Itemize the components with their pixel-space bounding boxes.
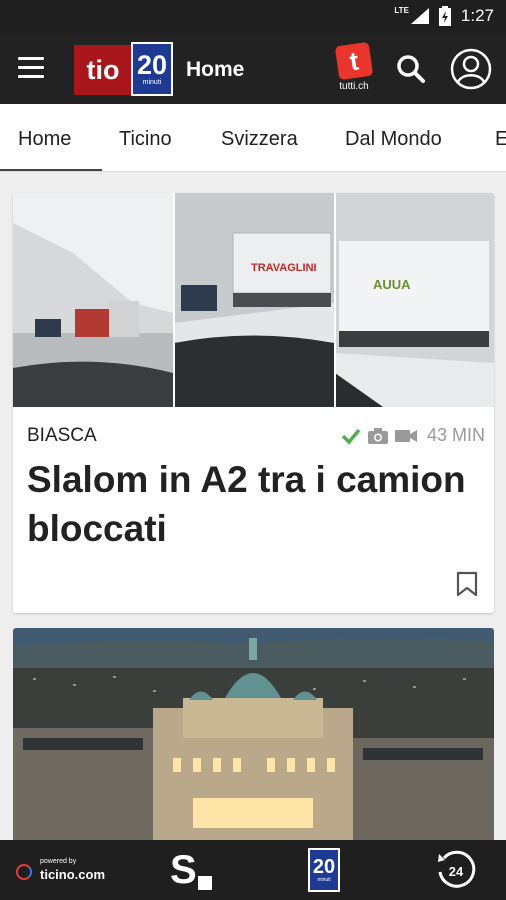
battery-icon xyxy=(438,6,451,26)
video-icon xyxy=(394,429,417,442)
check-icon xyxy=(341,428,361,445)
ticino-name-label: ticino.com xyxy=(40,867,106,882)
article-card[interactable]: TRAVAGLINI AUUA BIASCA 43 MIN Slalom in … xyxy=(13,193,494,613)
logo-20-sub: minuti xyxy=(142,79,162,86)
clock-24-icon[interactable]: 24 xyxy=(436,850,476,890)
tab-ticino[interactable]: Ticino xyxy=(119,128,172,151)
tutti-icon: t xyxy=(334,41,374,81)
tio-logo[interactable]: tio xyxy=(74,45,132,95)
article-headline[interactable]: Slalom in A2 tra i camion bloccati xyxy=(27,455,482,553)
network-type: LTE xyxy=(394,5,409,15)
20minuti-logo[interactable]: 20 minuti xyxy=(131,42,173,96)
tab-home[interactable]: Home xyxy=(18,128,71,151)
tutti-button[interactable]: t tutti.ch xyxy=(332,41,376,98)
tab-next[interactable]: E xyxy=(495,128,506,151)
clock-time: 1:27 xyxy=(460,6,494,25)
status-bar: LTE 1:27 xyxy=(0,0,506,34)
bottom-navigation: powered by ticino.com S 20 minuti 24 xyxy=(0,840,506,900)
clock-24-label: 24 xyxy=(449,864,464,879)
ticino-logo-icon xyxy=(16,864,32,880)
page-title: Home xyxy=(186,58,245,81)
article-image-2[interactable] xyxy=(13,628,494,840)
article-meta: BIASCA 43 MIN xyxy=(27,425,485,447)
nav-20-sub: minuti xyxy=(317,877,331,883)
truck-label-1: TRAVAGLINI xyxy=(251,262,317,274)
nav-20-number: 20 xyxy=(312,856,336,878)
s-logo-square xyxy=(198,876,212,890)
article-image[interactable]: TRAVAGLINI AUUA xyxy=(13,193,494,407)
ticino-powered-label: powered by xyxy=(40,858,77,865)
tab-dal-mondo[interactable]: Dal Mondo xyxy=(345,128,442,151)
20minuti-nav-button[interactable]: 20 minuti xyxy=(308,848,340,892)
article-category: BIASCA xyxy=(27,425,97,446)
signal-icon xyxy=(410,8,429,24)
s-logo-button[interactable]: S xyxy=(170,850,212,892)
s-logo-letter: S xyxy=(170,848,197,892)
article-meta-icons: 43 MIN xyxy=(341,425,485,446)
active-tab-indicator xyxy=(0,169,102,171)
truck-label-2: AUUA xyxy=(373,277,411,292)
ticino-com-button[interactable]: powered by ticino.com xyxy=(16,858,116,882)
search-icon[interactable] xyxy=(396,54,426,84)
bookmark-icon[interactable] xyxy=(456,571,478,597)
logo-20-number: 20 xyxy=(136,50,168,80)
tab-svizzera[interactable]: Svizzera xyxy=(221,128,298,151)
menu-icon[interactable] xyxy=(18,57,44,79)
tutti-label: tutti.ch xyxy=(339,81,369,92)
section-tabs: Home Ticino Svizzera Dal Mondo E xyxy=(0,104,506,172)
account-icon[interactable] xyxy=(450,48,492,90)
camera-icon xyxy=(367,427,388,444)
article-time: 43 MIN xyxy=(426,425,485,445)
app-bar: tio 20 minuti Home t tutti.ch xyxy=(0,34,506,104)
